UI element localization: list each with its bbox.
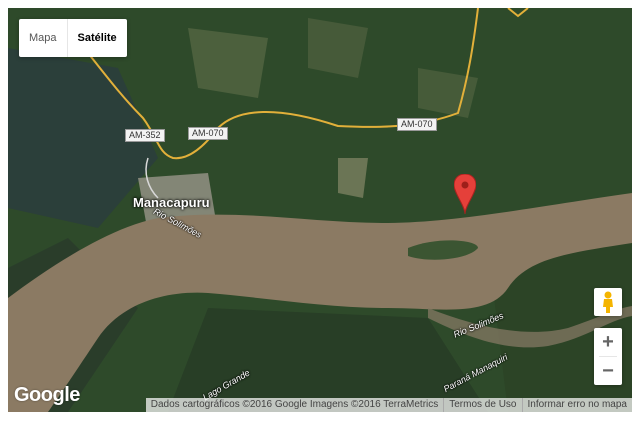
road-label-am070-west: AM-070 — [188, 127, 228, 140]
attribution-bar: Dados cartográficos ©2016 Google Imagens… — [145, 398, 633, 412]
zoom-out-button[interactable]: − — [594, 357, 622, 385]
zoom-in-button[interactable]: + — [594, 328, 622, 356]
map-data-attribution: Dados cartográficos ©2016 Google Imagens… — [150, 399, 439, 410]
road-label-am070-east: AM-070 — [397, 118, 437, 131]
road-label-am352: AM-352 — [125, 129, 165, 142]
google-logo: Google — [14, 384, 80, 406]
street-view-pegman-button[interactable] — [594, 288, 622, 316]
map-type-control: Mapa Satélite — [19, 19, 127, 57]
pegman-icon — [603, 291, 613, 313]
city-label-manacapuru: Manacapuru — [133, 195, 210, 210]
report-map-error-link[interactable]: Informar erro no mapa — [521, 398, 633, 412]
satellite-imagery — [8, 8, 632, 412]
zoom-control: + − — [594, 328, 622, 385]
map-type-map-button[interactable]: Mapa — [19, 19, 67, 57]
map-type-satellite-button[interactable]: Satélite — [66, 19, 127, 57]
map-canvas[interactable]: Mapa Satélite AM-352 AM-070 AM-070 Manac… — [8, 8, 632, 412]
map-marker-icon[interactable] — [454, 174, 476, 214]
terms-of-use-link[interactable]: Termos de Uso — [443, 398, 521, 412]
